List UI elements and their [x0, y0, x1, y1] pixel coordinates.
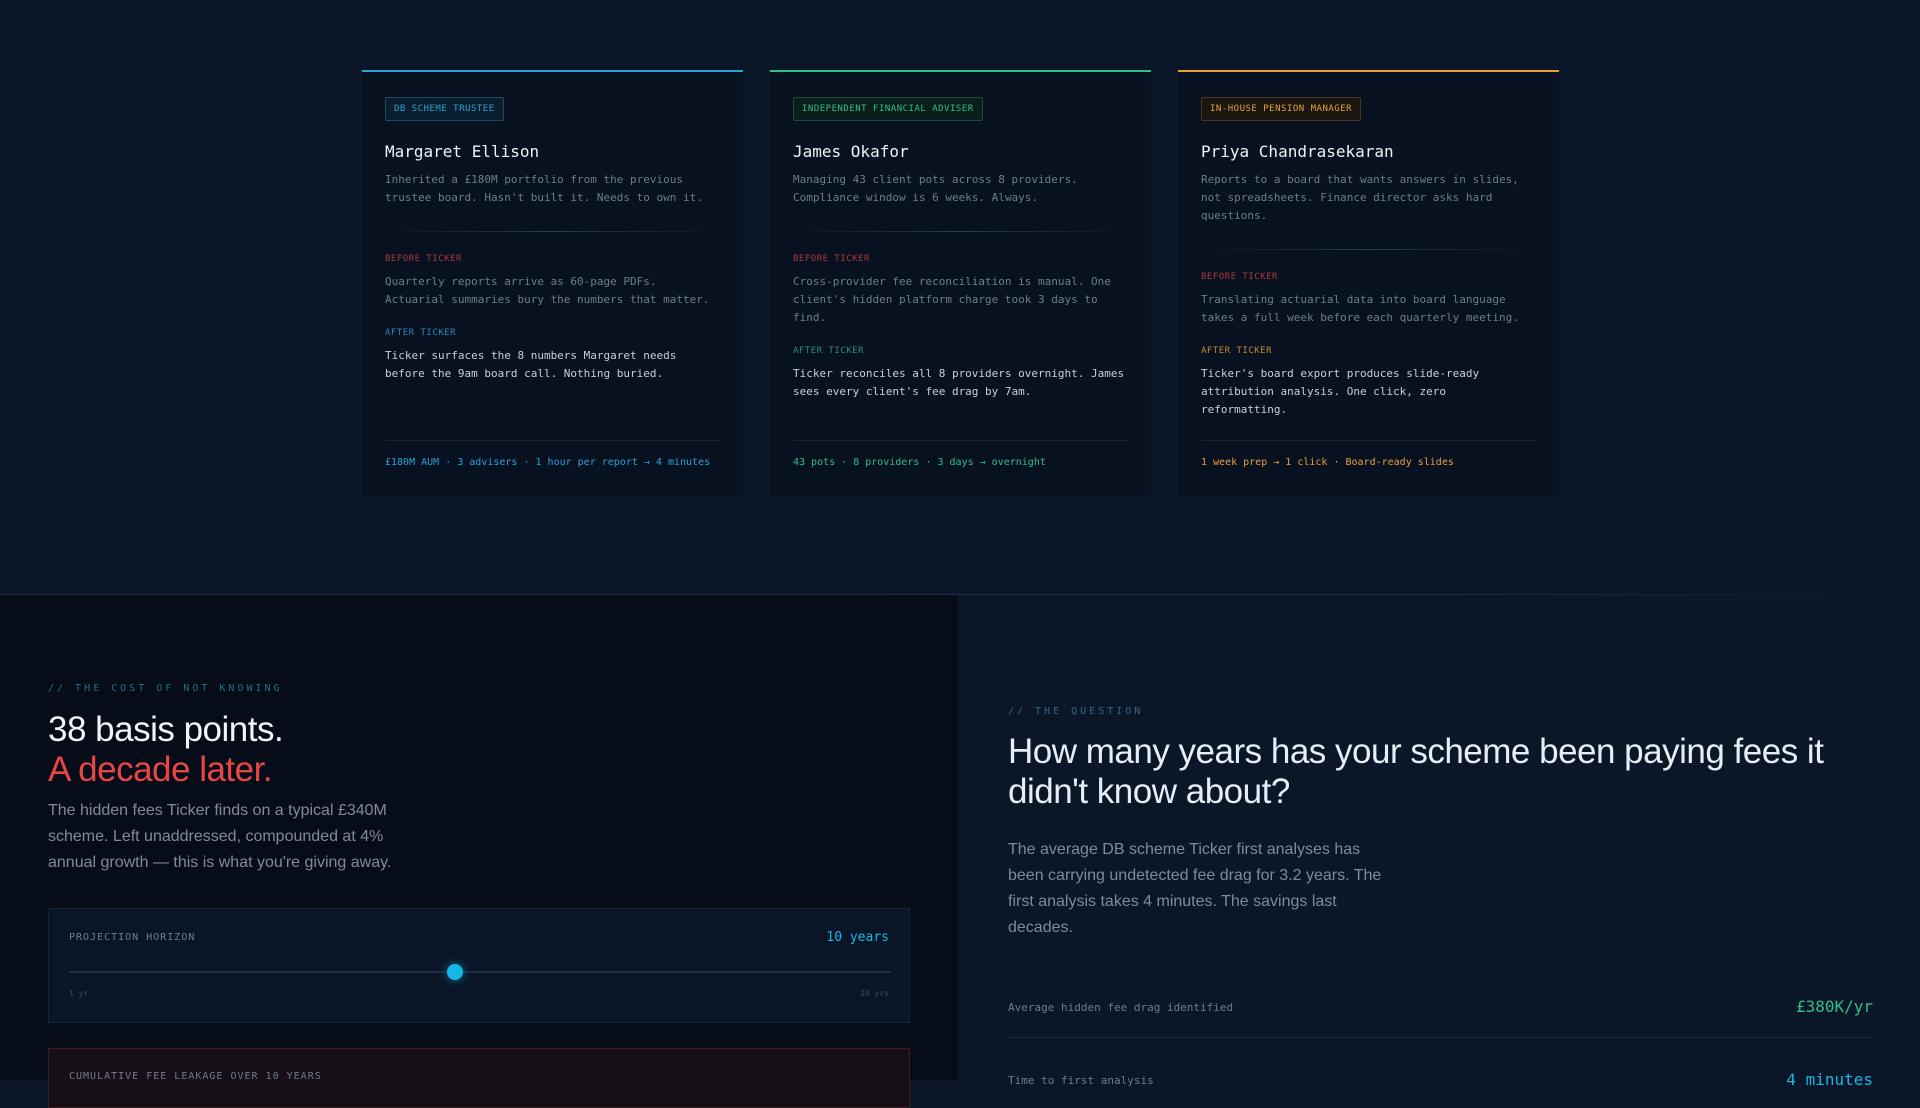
cost-section: // THE COST OF NOT KNOWING 38 basis poin…: [0, 595, 958, 1108]
fee-leakage-panel: CUMULATIVE FEE LEAKAGE OVER 10 YEARS: [48, 1048, 910, 1108]
card-footer-divider: [1201, 440, 1536, 441]
before-text: Translating actuarial data into board la…: [1201, 293, 1519, 324]
before-label: BEFORE TICKER: [1201, 272, 1278, 282]
section-kicker: // THE QUESTION: [1008, 706, 1144, 717]
after-text: Ticker reconciles all 8 providers overni…: [793, 367, 1125, 398]
stat-label: Time to first analysis: [1008, 1074, 1154, 1087]
cost-body: The hidden fees Ticker finds on a typica…: [48, 802, 392, 871]
after-text: Ticker's board export produces slide-rea…: [1201, 367, 1480, 416]
card-divider: [1201, 249, 1536, 250]
persona-badge: DB SCHEME TRUSTEE: [385, 97, 504, 121]
card-footer-divider: [385, 440, 720, 441]
card-divider: [793, 231, 1128, 232]
persona-metrics: £180M AUM · 3 advisers · 1 hour per repo…: [385, 457, 711, 468]
stat-divider: [1008, 1037, 1873, 1038]
persona-name: Margaret Ellison: [385, 142, 540, 161]
persona-metrics: 43 pots · 8 providers · 3 days → overnig…: [793, 457, 1046, 468]
persona-description: Inherited a £180M portfolio from the pre…: [385, 173, 703, 204]
persona-name: James Okafor: [793, 142, 909, 161]
persona-card-manager: IN-HOUSE PENSION MANAGER Priya Chandrase…: [1178, 70, 1559, 497]
after-label: AFTER TICKER: [1201, 346, 1273, 356]
persona-badge: INDEPENDENT FINANCIAL ADVISER: [793, 97, 983, 121]
slider-max-label: 20 yrs: [860, 989, 889, 998]
persona-name: Priya Chandrasekaran: [1201, 142, 1394, 161]
horizon-slider-track[interactable]: [69, 971, 891, 973]
card-divider: [385, 231, 720, 232]
persona-description: Managing 43 client pots across 8 provide…: [793, 173, 1078, 204]
personas-section: DB SCHEME TRUSTEE Margaret Ellison Inher…: [0, 0, 1920, 595]
after-label: AFTER TICKER: [793, 346, 865, 356]
card-footer-divider: [793, 440, 1128, 441]
projection-horizon-panel: PROJECTION HORIZON 10 years 1 yr 20 yrs: [48, 908, 910, 1023]
slider-value: 10 years: [826, 930, 889, 945]
section-kicker: // THE COST OF NOT KNOWING: [48, 683, 283, 694]
after-label: AFTER TICKER: [385, 328, 457, 338]
before-text: Cross-provider fee reconciliation is man…: [793, 275, 1111, 324]
leakage-label: CUMULATIVE FEE LEAKAGE OVER 10 YEARS: [69, 1071, 322, 1082]
stat-value: £380K/yr: [1795, 997, 1873, 1016]
after-text: Ticker surfaces the 8 numbers Margaret n…: [385, 349, 677, 380]
question-section: // THE QUESTION How many years has your …: [958, 595, 1920, 1089]
cost-title-line2: A decade later.: [48, 750, 273, 789]
card-accent-bar: [362, 70, 743, 72]
horizon-slider-thumb[interactable]: [447, 964, 464, 980]
persona-metrics: 1 week prep → 1 click · Board-ready slid…: [1201, 457, 1454, 468]
persona-card-adviser: INDEPENDENT FINANCIAL ADVISER James Okaf…: [770, 70, 1151, 497]
question-title: How many years has your scheme been payi…: [1008, 732, 1824, 811]
before-label: BEFORE TICKER: [385, 254, 462, 264]
before-label: BEFORE TICKER: [793, 254, 870, 264]
question-body: The average DB scheme Ticker first analy…: [1008, 841, 1382, 936]
card-accent-bar: [770, 70, 1151, 72]
slider-label: PROJECTION HORIZON: [69, 932, 196, 943]
cost-title-line1: 38 basis points.: [48, 710, 284, 749]
persona-card-trustee: DB SCHEME TRUSTEE Margaret Ellison Inher…: [362, 70, 743, 497]
persona-description: Reports to a board that wants answers in…: [1201, 173, 1519, 222]
persona-badge: IN-HOUSE PENSION MANAGER: [1201, 97, 1362, 121]
before-text: Quarterly reports arrive as 60-page PDFs…: [385, 275, 710, 306]
slider-min-label: 1 yr: [69, 989, 89, 998]
card-accent-bar: [1178, 70, 1559, 72]
stat-label: Average hidden fee drag identified: [1008, 1001, 1234, 1014]
